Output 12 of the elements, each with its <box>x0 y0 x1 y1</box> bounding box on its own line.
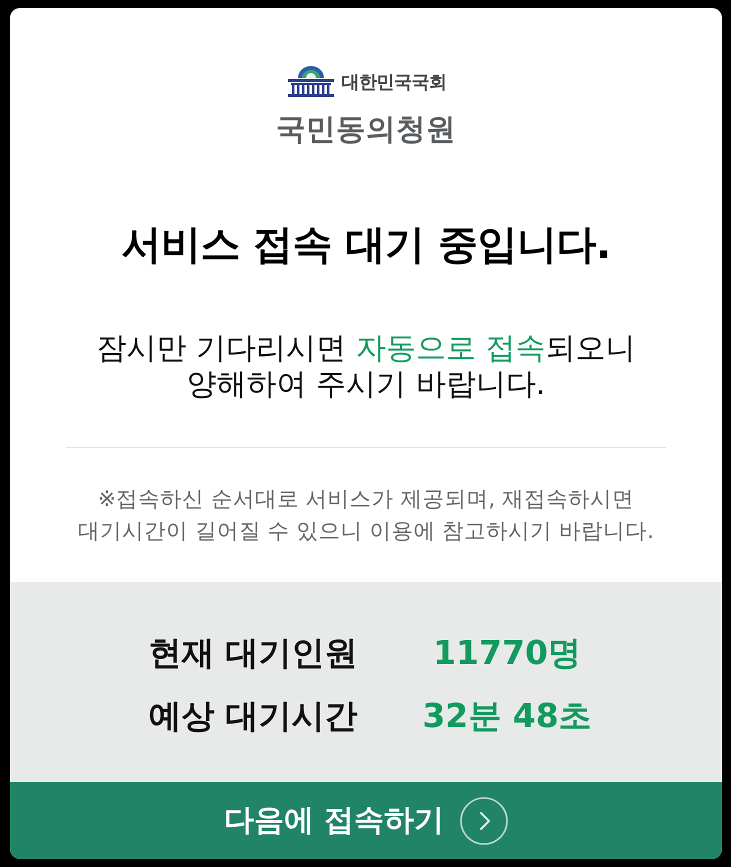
stat-value: 11770명 <box>433 632 581 674</box>
page-title: 서비스 접속 대기 중입니다. <box>121 221 611 270</box>
connect-later-button[interactable]: 다음에 접속하기 <box>10 782 722 859</box>
stat-label: 현재 대기인원 <box>148 632 358 674</box>
notice-text: ※접속하신 순서대로 서비스가 제공되며, 재접속하시면 대기시간이 길어질 수 있으니 이용에 참고하시기 바랍니다. <box>78 486 654 546</box>
organization-name: 대한민국국회 <box>342 71 446 94</box>
stat-label: 예상 대기시간 <box>148 695 358 737</box>
domed-building-icon <box>286 66 336 98</box>
stat-value: 32분 48초 <box>422 695 592 737</box>
service-name: 국민동의청원 <box>276 112 456 146</box>
chevron-right-circle-icon <box>460 796 508 844</box>
waiting-message: 잠시만 기다리시면 자동으로 접속되오니 양해하여 주시기 바랍니다. <box>96 331 636 403</box>
